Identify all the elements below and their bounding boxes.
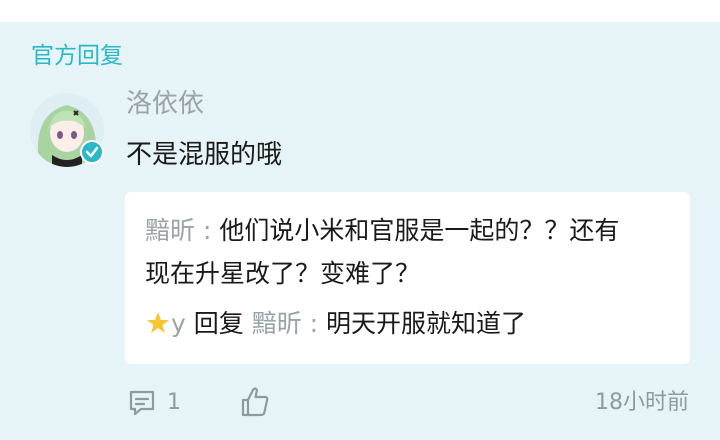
- thumbs-up-icon[interactable]: [240, 386, 270, 418]
- quoted-line-1: 黯昕 : 他们说小米和官服是一起的？？还有: [145, 213, 619, 249]
- official-reply-label: 官方回复: [31, 43, 123, 69]
- reply-separator: :: [301, 309, 327, 338]
- reply-word: 回复: [185, 309, 252, 338]
- comment-count: 1: [167, 390, 181, 415]
- reply-target-user[interactable]: 黯昕: [252, 309, 302, 338]
- separator: :: [195, 216, 220, 245]
- top-strip: [0, 0, 720, 22]
- post-comment-text: 不是混服的哦: [126, 140, 283, 170]
- replier-name[interactable]: y: [171, 309, 186, 338]
- star-emoji-icon: [145, 310, 171, 336]
- comment-icon[interactable]: [127, 388, 157, 418]
- quoted-line-2: 现在升星改了？变难了？: [145, 259, 421, 288]
- quoted-user[interactable]: 黯昕: [145, 216, 195, 245]
- time-ago: 18小时前: [595, 390, 689, 415]
- quoted-reply-box[interactable]: 黯昕 : 他们说小米和官服是一起的？？还有 现在升星改了？变难了？ y 回复 黯…: [125, 192, 690, 364]
- post-username[interactable]: 洛依依: [126, 87, 204, 121]
- reply-line: y 回复 黯昕 : 明天开服就知道了: [145, 306, 526, 342]
- quoted-text-1: 他们说小米和官服是一起的？？还有: [219, 216, 620, 245]
- verified-badge-icon: [80, 140, 104, 164]
- reply-text: 明天开服就知道了: [326, 309, 527, 338]
